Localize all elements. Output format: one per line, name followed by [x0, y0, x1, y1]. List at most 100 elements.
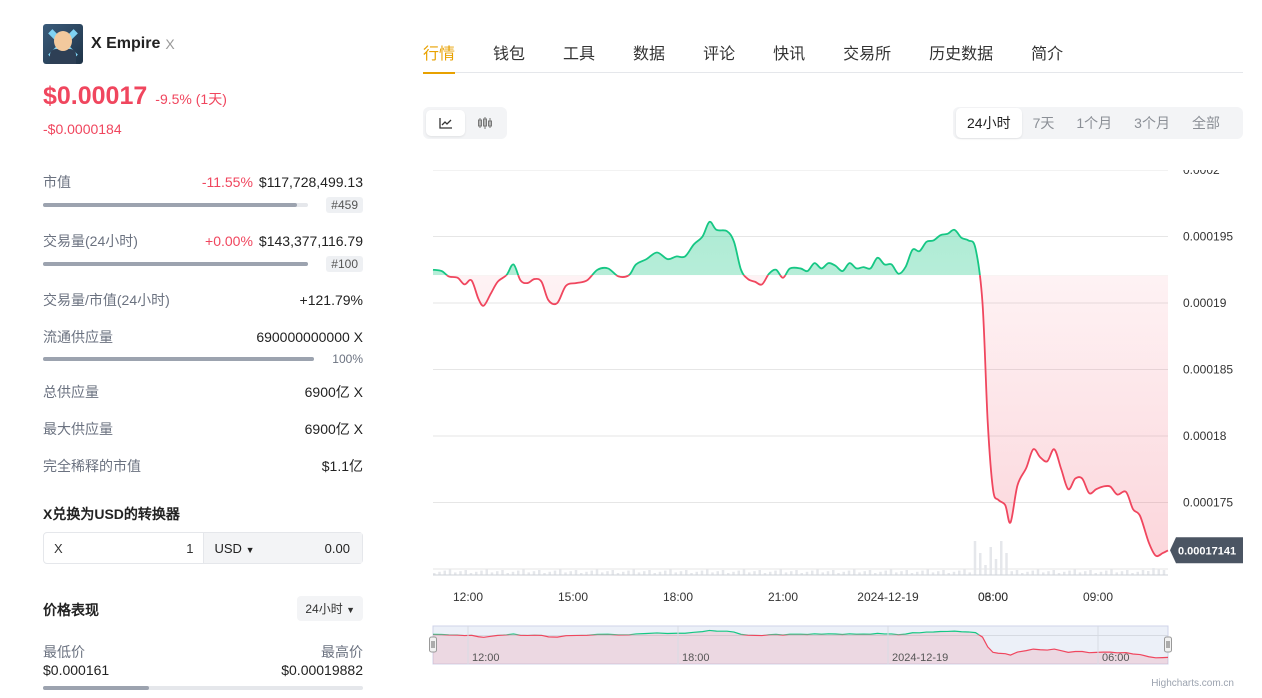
price-diff: -$0.0000184 — [43, 121, 122, 137]
volume-bar — [811, 570, 814, 575]
performance-period-select[interactable]: 24小时 ▼ — [297, 596, 363, 621]
converter: X 1 USD ▼ 0.00 — [43, 532, 363, 564]
navigator-tick-label: 06:00 — [1102, 652, 1130, 664]
market-cap-bar — [43, 203, 308, 207]
volume-bar — [1152, 568, 1155, 575]
period-4[interactable]: 全部 — [1181, 108, 1231, 138]
period-1[interactable]: 7天 — [1022, 108, 1066, 138]
stat-value: $1.1亿 — [321, 458, 363, 474]
volume-bar — [816, 569, 819, 575]
volume-bar — [795, 570, 798, 575]
volume-bar — [926, 569, 929, 575]
circulating-pct: 100% — [332, 352, 363, 366]
volume-bar — [538, 570, 541, 575]
currency-select[interactable]: USD ▼ — [214, 541, 254, 556]
stat-label: 总供应量 — [43, 384, 99, 400]
volume-bar — [868, 570, 872, 575]
stat-circulating: 流通供应量 690000000000 X 100% — [43, 327, 363, 366]
volume-bar — [700, 570, 704, 575]
volume-bar — [1089, 570, 1092, 575]
volume-bar — [1147, 571, 1150, 575]
volume-bar — [716, 571, 719, 575]
period-0[interactable]: 24小时 — [956, 108, 1022, 138]
volume-bar — [632, 569, 635, 575]
period-2[interactable]: 1个月 — [1065, 108, 1123, 138]
y-tick-label: 0.000195 — [1183, 230, 1233, 244]
tab-3[interactable]: 数据 — [633, 28, 665, 73]
x-tick-label: 09:00 — [1083, 590, 1113, 604]
tab-2[interactable]: 工具 — [563, 28, 595, 73]
volume-bar — [679, 571, 683, 575]
x-tick-label: 06:00 — [978, 590, 1008, 604]
stat-value: $143,377,116.79 — [258, 233, 363, 249]
coin-price: $0.00017 — [43, 82, 148, 110]
tab-8[interactable]: 简介 — [1031, 28, 1063, 73]
volume-bar — [1157, 569, 1160, 575]
candlestick-button[interactable] — [465, 110, 504, 136]
stat-label: 流通供应量 — [43, 329, 113, 345]
volume-bar — [984, 565, 987, 575]
converter-amount-input[interactable]: 1 — [104, 541, 204, 556]
volume-bar — [501, 570, 504, 575]
tab-5[interactable]: 快讯 — [773, 28, 805, 73]
stat-fdv: 完全稀释的市值 $1.1亿 — [43, 456, 363, 476]
volume-bar — [721, 570, 725, 575]
stat-total-supply: 总供应量 6900亿 X — [43, 382, 363, 402]
volume-bar — [989, 547, 992, 575]
volume-bar — [43, 262, 308, 266]
volume-bar — [958, 570, 961, 575]
volume-bar — [496, 571, 499, 575]
volume-bar — [979, 553, 982, 575]
stat-value: 6900亿 X — [304, 384, 363, 400]
low-label: 最低价 — [43, 644, 85, 660]
x-tick-label: 2024-12-19 — [857, 590, 919, 604]
volume-bar — [790, 571, 793, 575]
volume-bar — [1162, 570, 1166, 575]
y-tick-label: 0.0002 — [1183, 170, 1220, 177]
volume-bar — [963, 569, 966, 575]
volume-bar — [973, 541, 977, 575]
volume-bar — [832, 570, 835, 575]
converter-title: X兑换为USD的转换器 — [43, 506, 180, 522]
volume-bar — [553, 570, 557, 575]
coin-logo — [43, 24, 83, 64]
volume-bar — [1052, 570, 1055, 575]
price-range-bar — [43, 686, 363, 690]
period-toggle: 24小时 7天 1个月 3个月 全部 — [953, 107, 1243, 139]
stat-label: 市值 — [43, 174, 71, 190]
tab-4[interactable]: 评论 — [703, 28, 735, 73]
stat-change: -11.55% — [201, 174, 253, 190]
navigator-tick-label: 12:00 — [472, 652, 500, 664]
stat-change: +0.00% — [205, 233, 253, 249]
volume-bar — [737, 570, 740, 575]
chart-type-toggle — [423, 107, 507, 139]
volume-bar — [1000, 541, 1003, 575]
tab-7[interactable]: 历史数据 — [929, 28, 993, 73]
volume-bar — [942, 570, 945, 575]
stat-label: 完全稀释的市值 — [43, 458, 141, 474]
navigator-left-handle[interactable] — [429, 636, 437, 653]
converter-result: 0.00 — [324, 540, 350, 556]
line-chart-button[interactable] — [426, 110, 465, 136]
price-chart[interactable]: 0.0002 0.000195 0.00019 0.000185 0.00018 0.00… — [423, 170, 1262, 670]
tab-1[interactable]: 钱包 — [493, 28, 525, 73]
chart-credits[interactable]: Highcharts.com.cn — [1151, 678, 1234, 689]
stat-max-supply: 最大供应量 6900亿 X — [43, 419, 363, 439]
period-3[interactable]: 3个月 — [1123, 108, 1181, 138]
volume-bar — [853, 569, 856, 575]
volume-bar — [905, 570, 908, 575]
volume-bar — [884, 570, 887, 575]
rank-badge: #100 — [326, 256, 363, 272]
volume-bar — [1110, 569, 1113, 575]
stat-value: 6900亿 X — [304, 421, 363, 437]
volume-bar — [448, 569, 452, 575]
volume-bar — [1005, 553, 1008, 575]
tab-6[interactable]: 交易所 — [843, 28, 891, 73]
current-price-label: 0.00017141 — [1178, 545, 1236, 557]
volume-bar — [889, 569, 893, 575]
tab-0[interactable]: 行情 — [423, 28, 456, 74]
navigator-tick-label: 2024-12-19 — [892, 652, 948, 664]
stat-value: +121.79% — [299, 292, 363, 308]
navigator-right-handle[interactable] — [1164, 636, 1172, 653]
volume-bar — [669, 569, 672, 575]
